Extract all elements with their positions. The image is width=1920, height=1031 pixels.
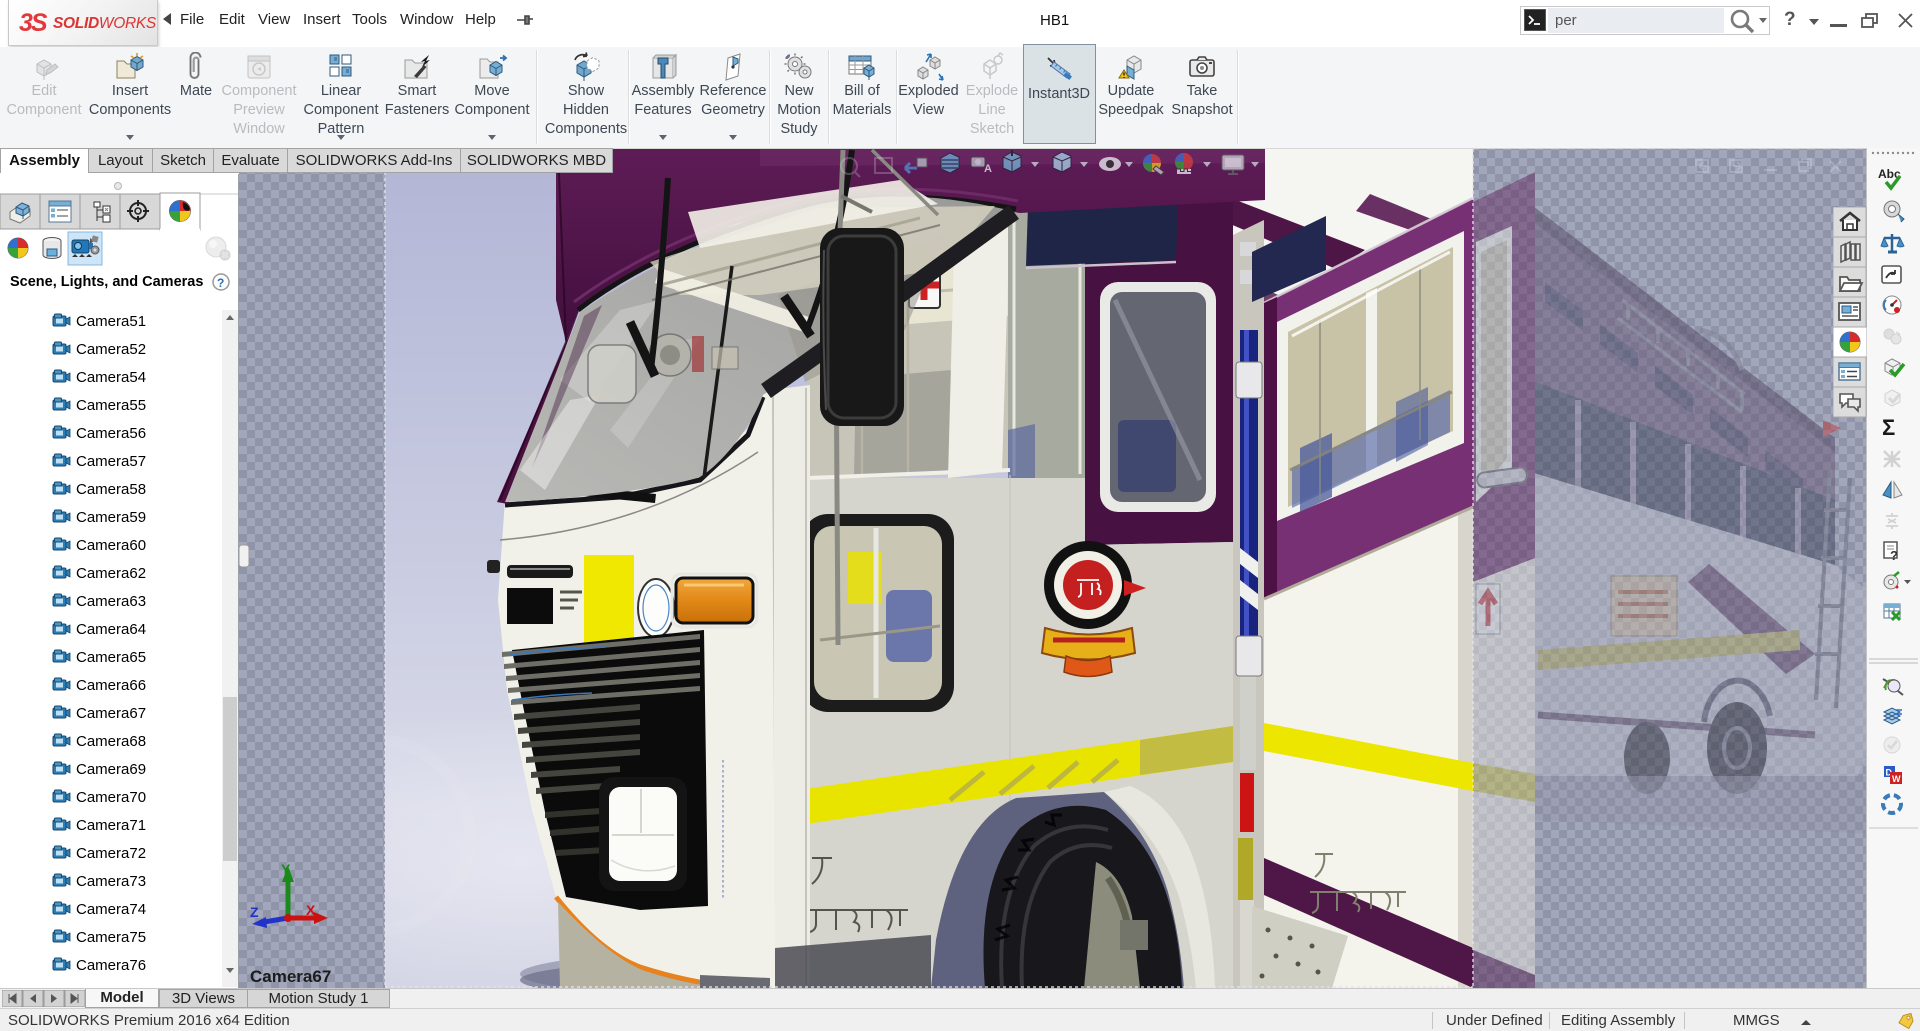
svg-text:Camera57: Camera57: [76, 453, 146, 470]
svg-text:Camera74: Camera74: [76, 901, 146, 918]
svg-text:Camera67: Camera67: [250, 967, 331, 986]
svg-text:W: W: [1892, 774, 1901, 784]
svg-text:Camera52: Camera52: [76, 341, 146, 358]
svg-text:?: ?: [1890, 548, 1898, 563]
svg-text:Camera71: Camera71: [76, 817, 146, 834]
svg-text:Camera56: Camera56: [76, 425, 146, 442]
svg-text:Camera59: Camera59: [76, 509, 146, 526]
svg-text:Camera62: Camera62: [76, 565, 146, 582]
svg-text:Scene, Lights, and Cameras: Scene, Lights, and Cameras: [10, 274, 203, 290]
svg-text:Camera64: Camera64: [76, 621, 146, 638]
svg-text:3S: 3S: [19, 9, 48, 37]
svg-text:?: ?: [217, 276, 224, 290]
svg-text:Camera65: Camera65: [76, 649, 146, 666]
svg-text:A: A: [984, 163, 992, 175]
svg-text:Camera73: Camera73: [76, 873, 146, 890]
svg-text:Camera68: Camera68: [76, 733, 146, 750]
svg-text:Camera58: Camera58: [76, 481, 146, 498]
svg-text:Camera67: Camera67: [76, 705, 146, 722]
svg-text:SOLIDWORKS: SOLIDWORKS: [53, 15, 157, 32]
svg-text:Camera72: Camera72: [76, 845, 146, 862]
svg-text:Camera54: Camera54: [76, 369, 146, 386]
svg-text:Camera60: Camera60: [76, 537, 146, 554]
svg-text:Z: Z: [250, 904, 259, 920]
svg-text:Camera55: Camera55: [76, 397, 146, 414]
svg-text:Camera70: Camera70: [76, 789, 146, 806]
svg-text:Camera63: Camera63: [76, 593, 146, 610]
svg-text:Camera75: Camera75: [76, 929, 146, 946]
svg-text:Camera51: Camera51: [76, 313, 146, 330]
svg-text:X: X: [306, 902, 316, 918]
svg-text:Camera76: Camera76: [76, 957, 146, 974]
svg-text:Camera69: Camera69: [76, 761, 146, 778]
svg-text:Σ: Σ: [1882, 415, 1895, 440]
svg-text:Camera66: Camera66: [76, 677, 146, 694]
svg-text:Y: Y: [281, 861, 291, 877]
